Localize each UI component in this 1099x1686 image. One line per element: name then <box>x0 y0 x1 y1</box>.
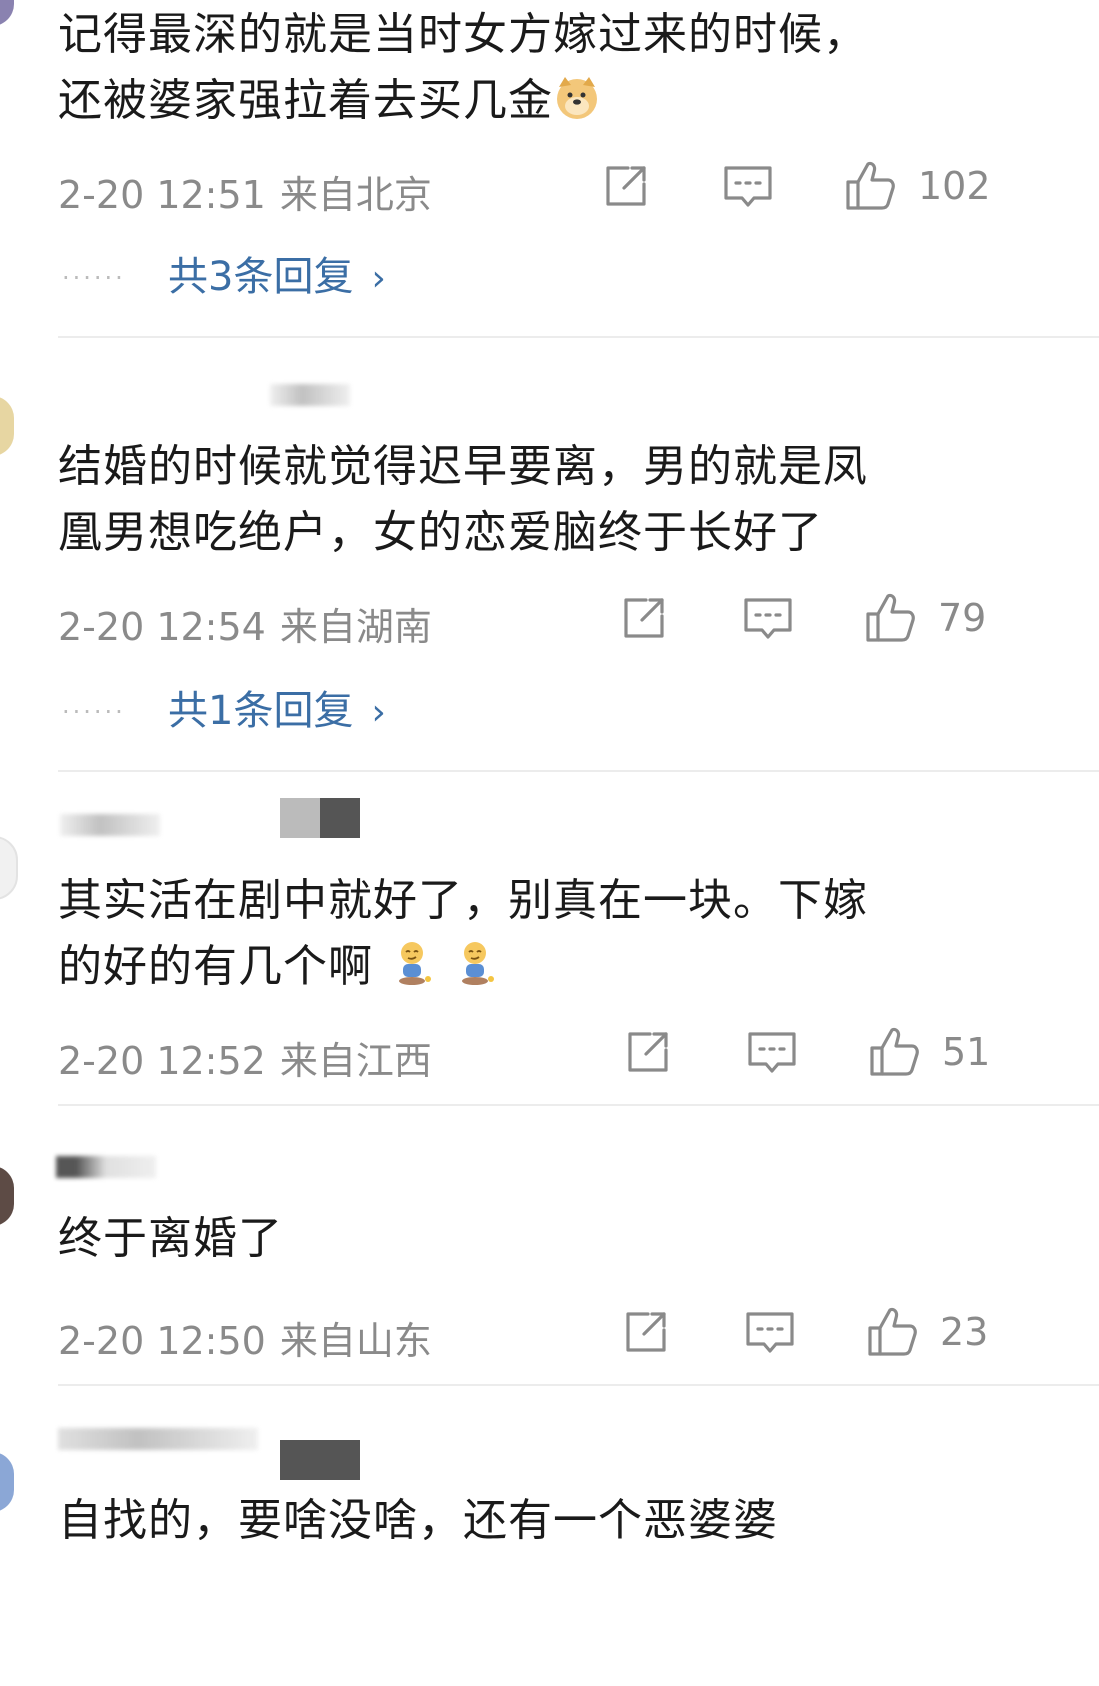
comment-meta: 2-20 12:50 来自山东 23 <box>58 1302 1048 1365</box>
comment-icon[interactable] <box>740 590 796 646</box>
like-icon[interactable] <box>866 1024 922 1080</box>
divider <box>58 770 1099 772</box>
username-redacted <box>270 384 350 406</box>
comment-text: 终于离婚了 <box>58 1206 1018 1272</box>
replies-row: ······ 共3条回复 › <box>58 240 558 300</box>
timestamp: 2-20 12:50 来自山东 <box>58 1310 432 1365</box>
view-replies-link[interactable]: 共1条回复 › <box>168 678 386 736</box>
avatar[interactable] <box>0 1452 14 1512</box>
username-redacted <box>280 1440 360 1480</box>
chevron-right-icon: › <box>371 692 386 733</box>
avatar[interactable] <box>0 396 14 456</box>
username-redacted <box>60 814 160 836</box>
share-icon[interactable] <box>618 1304 674 1360</box>
like-count: 79 <box>938 596 987 640</box>
time: 2-20 12:50 <box>58 1319 266 1363</box>
comment-text-line: 凰男想吃绝户，女的恋爱脑终于长好了 <box>58 507 823 558</box>
smirk-sitting-emoji <box>462 942 494 985</box>
reply-dots: ······ <box>62 698 126 726</box>
username-redacted <box>58 1428 258 1450</box>
location: 来自湖南 <box>279 605 432 649</box>
location: 来自北京 <box>279 173 432 217</box>
comment-text: 记得最深的就是当时女方嫁过来的时候， 还被婆家强拉着去买几金 <box>58 2 1018 134</box>
like-icon[interactable] <box>842 158 898 214</box>
replies-row: ······ 共1条回复 › <box>58 674 558 734</box>
reply-dots: ······ <box>62 264 126 292</box>
chevron-right-icon: › <box>371 258 386 299</box>
comment-text-line: 还被婆家强拉着去买几金 <box>58 68 1018 134</box>
time: 2-20 12:52 <box>58 1039 266 1083</box>
comment-text-line: 终于离婚了 <box>58 1213 283 1264</box>
username-redacted <box>56 1156 156 1178</box>
comment-text-line: 其实活在剧中就好了，别真在一块。下嫁 <box>58 875 868 926</box>
avatar[interactable] <box>0 1166 14 1226</box>
time: 2-20 12:54 <box>58 605 266 649</box>
comment-text-line: 的好的有几个啊 <box>58 934 1018 1000</box>
divider <box>58 1104 1099 1106</box>
comment-text: 自找的，要啥没啥，还有一个恶婆婆 <box>58 1488 1018 1554</box>
like-count: 51 <box>942 1030 991 1074</box>
comment-text-line: 结婚的时候就觉得迟早要离，男的就是凤 <box>58 441 868 492</box>
comment-text-line: 记得最深的就是当时女方嫁过来的时候， <box>58 9 868 60</box>
time: 2-20 12:51 <box>58 173 266 217</box>
comment-icon[interactable] <box>742 1304 798 1360</box>
like-count: 23 <box>940 1310 989 1354</box>
share-icon[interactable] <box>598 158 654 214</box>
comment-icon[interactable] <box>720 158 776 214</box>
timestamp: 2-20 12:54 来自湖南 <box>58 596 432 651</box>
comment-icon[interactable] <box>744 1024 800 1080</box>
comment-text: 结婚的时候就觉得迟早要离，男的就是凤 凰男想吃绝户，女的恋爱脑终于长好了 <box>58 434 1018 566</box>
avatar[interactable] <box>0 836 18 900</box>
divider <box>58 1384 1099 1386</box>
username-redacted <box>280 798 360 838</box>
comment-text-line: 自找的，要啥没啥，还有一个恶婆婆 <box>58 1495 778 1546</box>
divider <box>58 336 1099 338</box>
timestamp: 2-20 12:52 来自江西 <box>58 1030 432 1085</box>
view-replies-link[interactable]: 共3条回复 › <box>168 244 386 302</box>
location: 来自江西 <box>279 1039 432 1083</box>
doge-emoji <box>557 77 597 119</box>
comment-meta: 2-20 12:51 来自北京 102 <box>58 156 1048 219</box>
comment-text: 其实活在剧中就好了，别真在一块。下嫁 的好的有几个啊 <box>58 868 1018 1000</box>
location: 来自山东 <box>279 1319 432 1363</box>
like-count: 102 <box>918 164 991 208</box>
comment-meta: 2-20 12:52 来自江西 51 <box>58 1022 1048 1085</box>
like-icon[interactable] <box>862 590 918 646</box>
share-icon[interactable] <box>620 1024 676 1080</box>
share-icon[interactable] <box>616 590 672 646</box>
like-icon[interactable] <box>864 1304 920 1360</box>
comment-meta: 2-20 12:54 来自湖南 79 <box>58 588 1048 651</box>
smirk-sitting-emoji <box>399 942 431 985</box>
avatar[interactable] <box>0 0 14 26</box>
timestamp: 2-20 12:51 来自北京 <box>58 164 432 219</box>
